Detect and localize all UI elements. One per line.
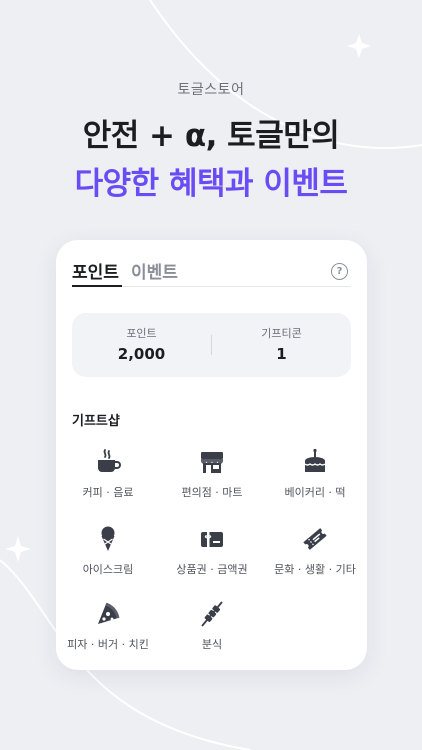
headline-line-2: 다양한 혜택과 이벤트	[74, 166, 348, 202]
category-bakery[interactable]: 베이커리 · 떡	[263, 448, 367, 518]
coffee-cup-icon	[98, 449, 121, 472]
points-value: 2,000	[117, 345, 166, 363]
sparkle-icon	[347, 34, 371, 58]
category-pizza-burger-chicken[interactable]: 피자 · 버거 · 치킨	[56, 600, 160, 670]
category-label: 문화 · 생활 · 기타	[274, 563, 356, 576]
gift-shop-title: 기프트샵	[72, 414, 120, 429]
giftcon-value: 1	[276, 345, 287, 363]
category-gift-card[interactable]: 상품권 · 금액권	[160, 525, 264, 595]
giftcon-label: 기프티콘	[261, 327, 302, 340]
gift-card-icon	[201, 532, 223, 547]
category-label: 아이스크림	[82, 563, 134, 576]
category-label: 상품권 · 금액권	[176, 563, 248, 576]
category-culture-life[interactable]: 문화 · 생활 · 기타	[263, 525, 367, 595]
points-label: 포인트	[126, 327, 157, 340]
category-label: 커피 · 음료	[82, 486, 134, 499]
question-circle-icon[interactable]: ?	[331, 263, 348, 280]
tab-events[interactable]: 이벤트	[131, 258, 178, 283]
category-snack[interactable]: 분식	[160, 600, 264, 670]
ticket-icon	[303, 528, 327, 550]
category-label: 베이커리 · 떡	[284, 486, 346, 499]
pizza-icon	[98, 602, 120, 624]
category-coffee[interactable]: 커피 · 음료	[56, 448, 160, 518]
skewer-icon	[201, 601, 223, 627]
headline-line-1: 안전 + α, 토글만의	[82, 118, 340, 154]
tab-points[interactable]: 포인트	[72, 258, 119, 283]
category-label: 피자 · 버거 · 치킨	[67, 638, 149, 651]
category-convenience-store[interactable]: 편의점 · 마트	[160, 448, 264, 518]
category-label: 분식	[201, 638, 223, 651]
active-tab-indicator	[72, 285, 122, 287]
points-summary: 포인트 2,000 기프티콘 1	[72, 313, 351, 377]
giftcon-stat[interactable]: 기프티콘 1	[212, 325, 351, 363]
category-ice-cream[interactable]: 아이스크림	[56, 525, 160, 595]
cake-icon	[304, 448, 326, 472]
sparkle-icon	[5, 536, 31, 562]
points-stat[interactable]: 포인트 2,000	[72, 325, 211, 363]
store-eyebrow: 토글스토어	[177, 82, 245, 98]
benefits-card: 포인트 이벤트 ? 포인트 2,000 기프티콘 1 기프트샵 커피 · 음료	[56, 240, 367, 670]
category-label: 편의점 · 마트	[181, 486, 243, 499]
ice-cream-icon	[101, 526, 115, 551]
store-icon	[201, 452, 223, 473]
